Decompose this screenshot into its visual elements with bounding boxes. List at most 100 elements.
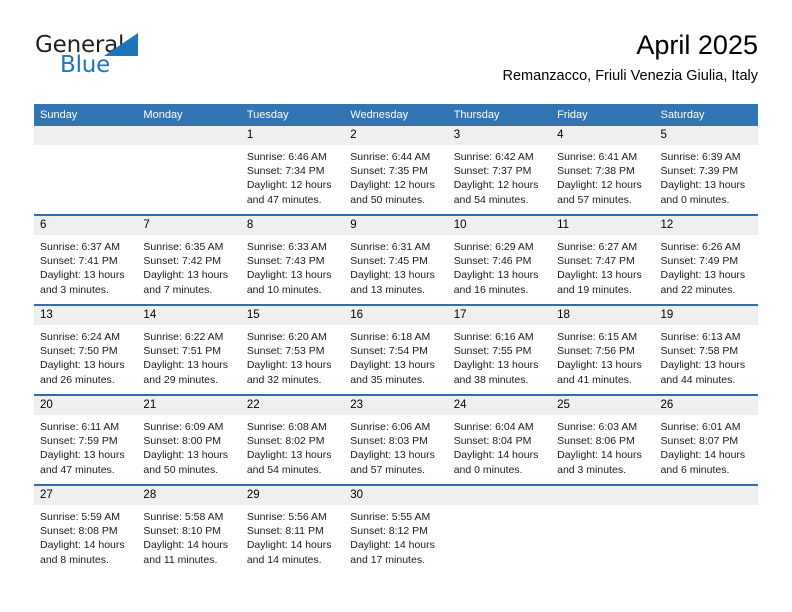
day-sunrise-text: Sunrise: 6:20 AM <box>246 331 327 343</box>
day-daylight-line1-text: Daylight: 13 hours <box>143 449 229 462</box>
calendar-day-cell[interactable]: 9 Sunrise: 6:31 AM Sunset: 7:45 PM Daylight… <box>344 214 448 305</box>
calendar-day-cell[interactable]: 25 Sunrise: 6:03 AM Sunset: 8:06 PM Dayligh… <box>551 394 655 485</box>
day-sunset-text: Sunset: 7:56 PM <box>557 345 635 358</box>
day-sunrise-text: Sunrise: 6:24 AM <box>40 331 120 343</box>
day-daylight-line2-text: and 26 minutes. <box>40 373 115 386</box>
day-daylight-line2-text: and 17 minutes. <box>350 553 425 566</box>
calendar-day-cell[interactable]: 21 Sunrise: 6:09 AM Sunset: 8:00 PM Dayligh… <box>137 394 241 485</box>
day-number: 19 <box>654 306 758 325</box>
calendar-day-cell[interactable]: 18 Sunrise: 6:15 AM Sunset: 7:56 PM Dayligh… <box>551 304 655 395</box>
day-sunrise-text: Sunrise: 5:55 AM <box>350 511 431 523</box>
day-number: 26 <box>654 396 758 415</box>
day-number: 10 <box>447 216 552 235</box>
calendar-day-cell-empty <box>654 484 758 574</box>
calendar-table: Sunday Monday Tuesday Wednesday Thursday Frid… <box>34 104 758 574</box>
calendar-week-row: 27 Sunrise: 5:59 AM Sunset: 8:08 PM Dayligh… <box>34 484 758 574</box>
calendar-page: General Blue April 2025 Remanzacco, Friu… <box>0 0 792 612</box>
day-sunset-text: Sunset: 7:59 PM <box>40 435 118 448</box>
calendar-day-cell[interactable]: 11 Sunrise: 6:27 AM Sunset: 7:47 PM Dayligh… <box>551 214 655 305</box>
calendar-day-cell[interactable]: 7 Sunrise: 6:35 AM Sunset: 7:42 PM Daylight… <box>137 214 241 305</box>
day-daylight-line1-text: Daylight: 13 hours <box>246 449 332 462</box>
day-number: 7 <box>137 216 241 235</box>
calendar-day-cell[interactable]: 8 Sunrise: 6:33 AM Sunset: 7:43 PM Daylight… <box>240 214 345 305</box>
calendar-day-cell[interactable]: 14 Sunrise: 6:22 AM Sunset: 7:51 PM Dayligh… <box>137 304 241 395</box>
day-daylight-line2-text: and 8 minutes. <box>40 553 109 566</box>
calendar-day-cell[interactable]: 4 Sunrise: 6:41 AM Sunset: 7:38 PM Daylight… <box>551 126 655 215</box>
page-subtitle: Remanzacco, Friuli Venezia Giulia, Italy <box>502 68 758 84</box>
day-sunset-text: Sunset: 7:38 PM <box>557 165 635 178</box>
day-number: 25 <box>551 396 655 415</box>
calendar-day-cell[interactable]: 17 Sunrise: 6:16 AM Sunset: 7:55 PM Dayligh… <box>447 304 552 395</box>
day-daylight-line2-text: and 22 minutes. <box>660 283 736 296</box>
day-daylight-line2-text: and 3 minutes. <box>40 283 109 296</box>
calendar-day-cell[interactable]: 1 Sunrise: 6:46 AM Sunset: 7:34 PM Daylight… <box>240 126 345 215</box>
day-daylight-line2-text: and 50 minutes. <box>350 193 425 206</box>
day-details: Sunrise: 5:55 AM Sunset: 8:12 PM Daylight:… <box>344 505 447 567</box>
day-number: 21 <box>137 396 241 415</box>
calendar-day-cell[interactable]: 13 Sunrise: 6:24 AM Sunset: 7:50 PM Dayligh… <box>34 304 138 395</box>
weekday-header-tuesday: Tuesday <box>240 104 345 126</box>
calendar-day-cell[interactable]: 20 Sunrise: 6:11 AM Sunset: 7:59 PM Dayligh… <box>34 394 138 485</box>
day-sunrise-text: Sunrise: 6:03 AM <box>557 421 638 433</box>
calendar-day-cell[interactable]: 30 Sunrise: 5:55 AM Sunset: 8:12 PM Dayligh… <box>344 484 448 574</box>
calendar-day-cell[interactable]: 12 Sunrise: 6:26 AM Sunset: 7:49 PM Dayligh… <box>654 214 758 305</box>
calendar-day-cell[interactable]: 16 Sunrise: 6:18 AM Sunset: 7:54 PM Dayligh… <box>344 304 448 395</box>
day-daylight-line1-text: Daylight: 13 hours <box>557 359 642 372</box>
calendar-day-cell-empty <box>34 126 138 215</box>
day-number: 28 <box>137 486 241 505</box>
day-details: Sunrise: 6:20 AM Sunset: 7:53 PM Daylight:… <box>241 325 344 387</box>
day-daylight-line2-text: and 44 minutes. <box>660 373 736 386</box>
calendar-day-cell[interactable]: 5 Sunrise: 6:39 AM Sunset: 7:39 PM Daylight… <box>654 126 758 215</box>
calendar-day-cell[interactable]: 15 Sunrise: 6:20 AM Sunset: 7:53 PM Dayligh… <box>240 304 345 395</box>
day-details: Sunrise: 6:03 AM Sunset: 8:06 PM Daylight:… <box>551 415 654 477</box>
day-daylight-line1-text: Daylight: 13 hours <box>350 269 435 282</box>
calendar-body: 1 Sunrise: 6:46 AM Sunset: 7:34 PM Daylight… <box>34 126 758 574</box>
calendar-day-cell[interactable]: 24 Sunrise: 6:04 AM Sunset: 8:04 PM Dayligh… <box>447 394 552 485</box>
day-sunset-text: Sunset: 7:35 PM <box>350 165 428 178</box>
day-details: Sunrise: 6:04 AM Sunset: 8:04 PM Daylight:… <box>448 415 551 477</box>
day-sunrise-text: Sunrise: 6:11 AM <box>40 421 120 433</box>
day-sunset-text: Sunset: 7:34 PM <box>246 165 325 178</box>
day-sunrise-text: Sunrise: 6:26 AM <box>660 241 741 253</box>
day-sunrise-text: Sunrise: 6:33 AM <box>246 241 327 253</box>
day-sunrise-text: Sunrise: 6:18 AM <box>350 331 431 343</box>
day-details: Sunrise: 6:08 AM Sunset: 8:02 PM Daylight:… <box>241 415 344 477</box>
day-daylight-line2-text: and 47 minutes. <box>246 193 322 206</box>
day-daylight-line1-text: Daylight: 13 hours <box>453 359 539 372</box>
day-number: 29 <box>240 486 345 505</box>
calendar-day-cell[interactable]: 3 Sunrise: 6:42 AM Sunset: 7:37 PM Daylight… <box>447 126 552 215</box>
day-details: Sunrise: 6:09 AM Sunset: 8:00 PM Daylight:… <box>137 415 240 477</box>
day-number: 13 <box>34 306 138 325</box>
day-sunrise-text: Sunrise: 6:08 AM <box>246 421 327 433</box>
day-sunrise-text: Sunrise: 6:27 AM <box>557 241 638 253</box>
calendar-day-cell[interactable]: 28 Sunrise: 5:58 AM Sunset: 8:10 PM Dayligh… <box>137 484 241 574</box>
day-details: Sunrise: 6:46 AM Sunset: 7:34 PM Daylight:… <box>241 145 344 207</box>
day-daylight-line1-text: Daylight: 13 hours <box>246 269 332 282</box>
calendar-day-cell[interactable]: 2 Sunrise: 6:44 AM Sunset: 7:35 PM Daylight… <box>344 126 448 215</box>
weekday-header-wednesday: Wednesday <box>344 104 448 126</box>
day-daylight-line2-text: and 54 minutes. <box>453 193 529 206</box>
calendar-day-cell[interactable]: 27 Sunrise: 5:59 AM Sunset: 8:08 PM Dayligh… <box>34 484 138 574</box>
calendar-day-cell[interactable]: 29 Sunrise: 5:56 AM Sunset: 8:11 PM Dayligh… <box>240 484 345 574</box>
day-details: Sunrise: 6:31 AM Sunset: 7:45 PM Daylight:… <box>344 235 447 297</box>
day-daylight-line2-text: and 16 minutes. <box>453 283 529 296</box>
calendar-day-cell[interactable]: 10 Sunrise: 6:29 AM Sunset: 7:46 PM Dayligh… <box>447 214 552 305</box>
calendar-day-cell[interactable]: 23 Sunrise: 6:06 AM Sunset: 8:03 PM Dayligh… <box>344 394 448 485</box>
calendar-day-cell[interactable]: 19 Sunrise: 6:13 AM Sunset: 7:58 PM Dayligh… <box>654 304 758 395</box>
brand-logo[interactable]: General Blue <box>34 32 244 88</box>
calendar-day-cell[interactable]: 26 Sunrise: 6:01 AM Sunset: 8:07 PM Dayligh… <box>654 394 758 485</box>
day-sunrise-text: Sunrise: 6:15 AM <box>557 331 638 343</box>
day-daylight-line1-text: Daylight: 13 hours <box>40 359 125 372</box>
day-sunset-text: Sunset: 7:39 PM <box>660 165 739 178</box>
day-sunset-text: Sunset: 7:53 PM <box>246 345 325 358</box>
weekday-header-friday: Friday <box>551 104 655 126</box>
calendar-day-cell[interactable]: 22 Sunrise: 6:08 AM Sunset: 8:02 PM Dayligh… <box>240 394 345 485</box>
day-daylight-line2-text: and 38 minutes. <box>453 373 529 386</box>
day-number: 30 <box>344 486 448 505</box>
day-number: 8 <box>240 216 345 235</box>
calendar-week-row: 13 Sunrise: 6:24 AM Sunset: 7:50 PM Dayligh… <box>34 304 758 395</box>
calendar-day-cell[interactable]: 6 Sunrise: 6:37 AM Sunset: 7:41 PM Daylight… <box>34 214 138 305</box>
day-details: Sunrise: 6:39 AM Sunset: 7:39 PM Daylight:… <box>655 145 758 207</box>
day-details: Sunrise: 6:26 AM Sunset: 7:49 PM Daylight:… <box>655 235 758 297</box>
day-sunset-text: Sunset: 7:58 PM <box>660 345 739 358</box>
